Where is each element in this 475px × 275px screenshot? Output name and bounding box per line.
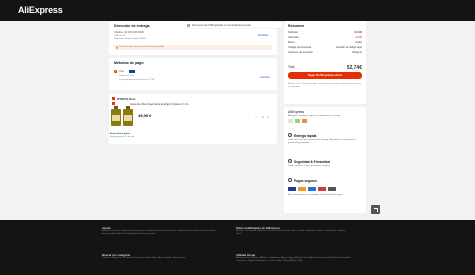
promise-text: Cupón de 1,00€ por retraso de la entrega…: [288, 139, 357, 144]
toast-text: Descuento de 2,00€ aplicado; se ha cambi…: [192, 23, 251, 27]
footer-help-links[interactable]: Atención al cliente, Disputas y reclamac…: [102, 230, 217, 236]
info-icon: [187, 23, 190, 27]
order-summary: Resumen Subtotal 49,99€ Ahorrado -2,00€ …: [284, 21, 366, 104]
payment-radio[interactable]: [114, 70, 117, 73]
lock-icon: [288, 178, 292, 182]
row-value: -2,00€: [354, 36, 362, 39]
address-warning: Revise la dirección antes de realizar el…: [114, 45, 272, 50]
total-row: Total 52,74€: [288, 65, 362, 71]
promise-text: Nos comprometemos a proteger tu informac…: [288, 194, 343, 196]
row-label: Código promocional: [288, 46, 312, 49]
truck-icon: [288, 133, 292, 137]
footer: Ayuda Atención al cliente, Disputas y re…: [0, 220, 475, 275]
maestro-icon: [318, 187, 326, 191]
promise-brand: AliExpress: [288, 110, 305, 114]
row-label: Envío: [288, 41, 295, 44]
summary-row: Ahorrado -2,00€: [288, 36, 362, 40]
product-title[interactable]: Aceite De Oliva Virgen Extra Ecológico O…: [130, 103, 189, 106]
product-section: WYNTAS Store Aceite De Oliva Virgen Extr…: [109, 94, 277, 144]
visa-icon: [288, 187, 296, 191]
total-value: 52,74€: [346, 65, 362, 71]
decrease-icon[interactable]: −: [255, 115, 257, 119]
terms-note: Al hacer clic en 'Realizar pedido', conf…: [288, 83, 362, 88]
change-address-link[interactable]: Modificar: [258, 34, 269, 37]
aliexpress-logo[interactable]: AliExpress: [18, 5, 63, 15]
product-price: 49,99 €: [138, 113, 152, 118]
promise-title: Pagos seguros: [294, 178, 317, 183]
summary-row: Envío Gratis: [288, 41, 362, 45]
row-label: Subtotal: [288, 31, 298, 34]
card-line: Pagar con Visa: [119, 75, 134, 77]
summary-title: Resumen: [288, 24, 305, 28]
amex-icon: [308, 187, 316, 191]
change-payment-link[interactable]: Cambiar: [260, 76, 270, 79]
item-checkbox[interactable]: [112, 102, 116, 106]
footer-multilingual-links[interactable]: Russian, Portuguese, Spanish, French, Ge…: [236, 230, 351, 236]
discount-toast: Descuento de 2,00€ aplicado; se ha cambi…: [185, 22, 283, 28]
payment-method-label: Visa: [119, 70, 124, 73]
visa-icon: [129, 69, 135, 73]
badge-icon: [288, 119, 293, 123]
address-title: Dirección de entrega: [114, 24, 150, 28]
promise-title: Entrega rápida: [294, 133, 317, 138]
footer-category-links[interactable]: Todas las categorías, Productos, Promoci…: [102, 257, 217, 260]
store-checkbox[interactable]: [112, 97, 116, 101]
increase-icon[interactable]: +: [267, 115, 269, 119]
address-city: Nagranda, Madrid, Spain, 00000: [114, 37, 146, 40]
row-label: Cupones de la tienda: [288, 51, 313, 54]
card-note: Tu tarjeta bancaria termina en 1 234: [119, 78, 155, 81]
applepay-icon: [328, 187, 336, 191]
promise-brand-sub: AliExpress mantiene seguros tu informaci…: [288, 115, 341, 117]
shipping-label: Envío: Envío gratis: [110, 133, 130, 135]
row-value: Ninguno: [352, 51, 362, 54]
badge-icon: [302, 119, 307, 123]
aliexpress-promise: AliExpress AliExpress mantiene seguros t…: [284, 107, 366, 213]
address-warning-text: Revise la dirección antes de realizar el…: [119, 46, 165, 48]
badge-icon: [295, 119, 300, 123]
quantity-stepper[interactable]: − 1 +: [255, 115, 271, 119]
store-name[interactable]: WYNTAS Store: [117, 98, 135, 101]
row-label: Ahorrado: [288, 36, 299, 39]
row-value: Gratis: [355, 41, 362, 44]
top-bar: AliExpress: [0, 0, 475, 21]
warning-icon: [115, 46, 118, 49]
total-label: Total: [288, 65, 295, 69]
place-order-label: Pagar 52,74€ primero ahora: [307, 73, 343, 77]
shield-icon: [288, 159, 292, 163]
promo-code-row[interactable]: Código promocional Escribir el código aq…: [288, 46, 362, 50]
address-street: C/Mi 00, 00: [114, 34, 126, 37]
promo-code-input[interactable]: Escribir el código aquí: [336, 46, 362, 49]
mastercard-icon: [298, 187, 306, 191]
footer-alibaba-links[interactable]: Alibaba Group Website, AliExpress, Alima…: [236, 257, 351, 263]
promise-text: Pagos seguros · Datos personales seguros: [288, 165, 330, 167]
row-value: 49,99€: [354, 31, 362, 34]
store-coupons-row[interactable]: Cupones de la tienda Ninguno: [288, 51, 362, 55]
delivery-estimate: Entrega aprox: 20 de abr.: [110, 136, 135, 138]
product-image-bottle-2: [123, 106, 133, 126]
payment-section: Métodos de pago Visa Pagar con Visa Tu t…: [109, 58, 277, 90]
payment-title: Métodos de pago: [114, 61, 144, 65]
summary-row: Subtotal 49,99€: [288, 31, 362, 35]
product-image-bottle-1[interactable]: [110, 106, 122, 126]
quantity-value: 1: [262, 115, 264, 119]
place-order-button[interactable]: Pagar 52,74€ primero ahora: [288, 72, 362, 79]
scroll-to-top-button[interactable]: [371, 205, 380, 214]
promise-title: Seguridad & Privacidad: [294, 159, 330, 164]
